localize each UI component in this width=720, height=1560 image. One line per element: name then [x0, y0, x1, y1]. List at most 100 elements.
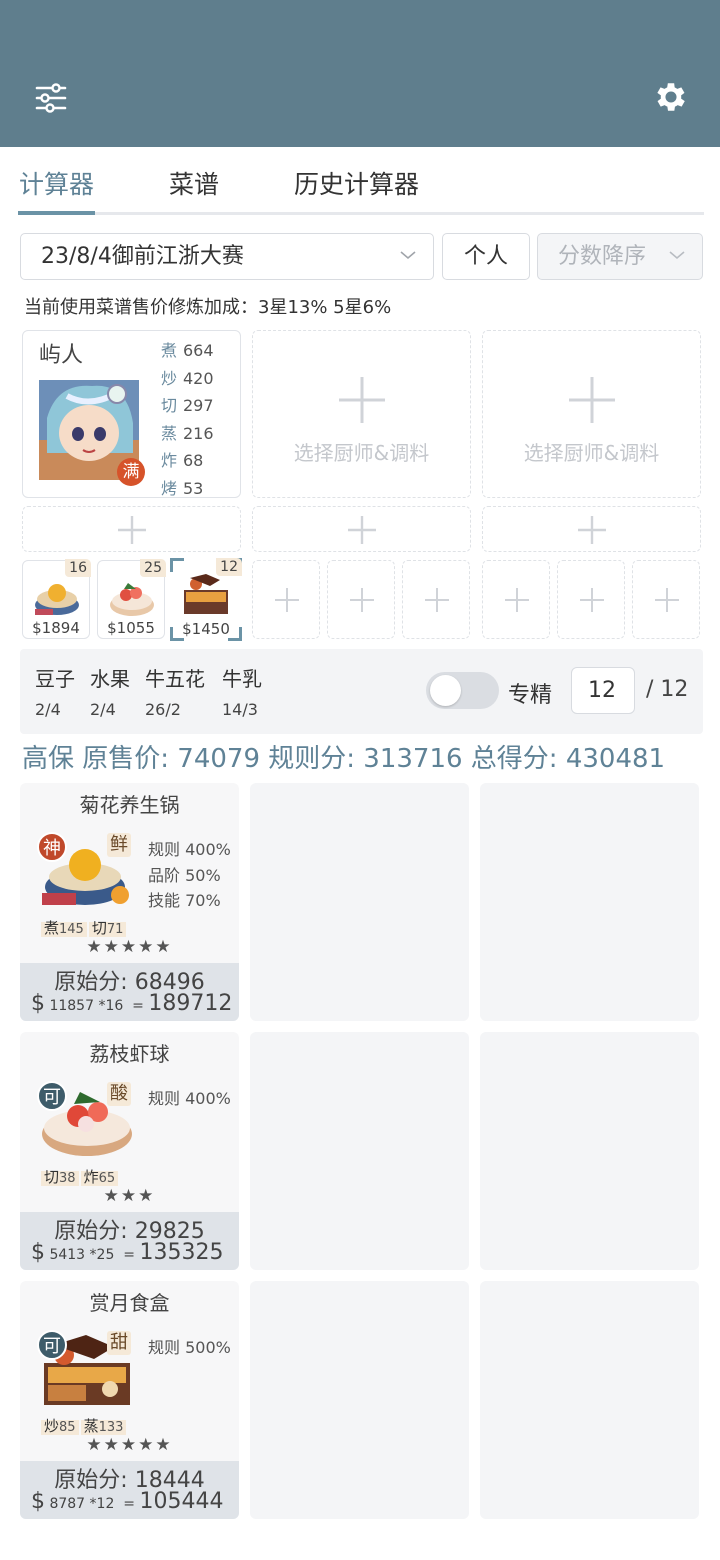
material-item: 牛五花 26/2: [145, 663, 205, 719]
score-summary: 高保 原售价: 74079 规则分: 313716 总得分: 430481: [22, 744, 666, 774]
equipment-slot[interactable]: [22, 506, 241, 552]
flavor-badge: 酸: [107, 1082, 131, 1106]
stat-value: 664: [183, 341, 214, 360]
recipe-thumb[interactable]: 25 $1055: [97, 559, 166, 639]
empty-dish-slot[interactable]: [480, 1281, 699, 1519]
dish-skills: 煮145 切71: [41, 917, 128, 938]
material-count: 2/4: [35, 700, 61, 719]
equipment-slot[interactable]: [482, 506, 701, 552]
active-tab-indicator: [18, 211, 95, 215]
multiplier: *25: [89, 1247, 115, 1263]
stat-label: 炸: [161, 451, 178, 470]
empty-dish-slot[interactable]: [250, 783, 469, 1021]
chevron-down-icon: [669, 251, 685, 260]
material-count: 2/4: [90, 700, 116, 719]
skill-label: 炒: [44, 1417, 60, 1435]
star-rating: ★★★★★: [86, 1435, 173, 1455]
empty-recipe-slot[interactable]: [557, 560, 625, 639]
dish-card[interactable]: 荔枝虾球 可 酸 规则 400% 切38 炸65 ★★★ 原始分: 29825 $…: [20, 1032, 239, 1270]
recipe-thumb[interactable]: 16 $1894: [22, 559, 91, 639]
plus-icon: [350, 588, 374, 612]
price-calc: $ 8787 *12 = 105444: [31, 1489, 224, 1514]
material-name: 豆子: [35, 667, 75, 691]
stat-label: 蒸: [161, 423, 178, 443]
stat-value: 53: [183, 478, 204, 498]
empty-recipe-slot[interactable]: [402, 560, 470, 639]
empty-recipe-slot[interactable]: [252, 560, 320, 639]
equipment-slot[interactable]: [252, 506, 471, 552]
price-calc: $ 11857 *16 = 189712: [31, 991, 233, 1016]
empty-recipe-slot[interactable]: [327, 560, 395, 639]
stat-value: 216: [183, 423, 214, 443]
tab-recipes[interactable]: 菜谱: [169, 165, 219, 201]
contest-select[interactable]: 23/8/4御前江浙大赛: [20, 233, 434, 280]
skill-label: 切: [44, 1168, 60, 1186]
unit-price: 5413: [49, 1247, 86, 1263]
material-item: 豆子 2/4: [35, 663, 75, 719]
specialize-toggle[interactable]: [426, 672, 499, 709]
chef-card[interactable]: 屿人 满 煮 664 炒 420 切 297 蒸 216 炸 68 烤 53: [22, 330, 241, 498]
dish-card[interactable]: 赏月食盒 可 甜 规则 500% 炒85 蒸133 ★★★★★ 原始分: 1844…: [20, 1281, 239, 1519]
empty-recipe-slot[interactable]: [482, 560, 550, 639]
empty-recipe-slot[interactable]: [632, 560, 700, 639]
specialize-label: 专精: [508, 683, 553, 708]
plus-icon: [580, 588, 604, 612]
material-count: 26/2: [145, 700, 181, 719]
dish-rules: 规则 500%: [148, 1335, 231, 1361]
tab-calculator[interactable]: 计算器: [19, 165, 94, 201]
recipe-count: 12: [216, 558, 242, 576]
stat-label: 煮: [161, 341, 178, 360]
selection-corner: [170, 558, 184, 572]
dish-score-panel: 原始分: 29825 $ 5413 *25 = 135325: [20, 1212, 239, 1270]
material-name: 水果: [90, 667, 130, 691]
main-tabs: 计算器 菜谱 历史计算器: [0, 147, 720, 217]
mode-button-label: 个人: [463, 244, 508, 269]
recipe-image: [35, 584, 79, 615]
recipe-count: 16: [65, 559, 91, 577]
chef-avatar: 满: [37, 378, 145, 486]
empty-dish-slot[interactable]: [480, 1032, 699, 1270]
plus-icon: [348, 516, 376, 544]
recipe-price: $1894: [32, 619, 80, 637]
bonus-notice: 当前使用菜谱售价修炼加成：3星13% 5星6%: [24, 297, 392, 318]
dish-card[interactable]: 菊花养生锅 神 鲜 规则 400% 品阶 50% 技能 70% 煮145 切71 …: [20, 783, 239, 1021]
stat-label: 炒: [161, 368, 178, 388]
rule-line: 规则 400%: [148, 840, 231, 859]
skill-label: 蒸: [83, 1417, 99, 1435]
plus-icon: [118, 516, 146, 544]
skill-value: 71: [106, 922, 124, 937]
skill-label: 煮: [44, 919, 60, 937]
material-item: 水果 2/4: [90, 663, 130, 719]
rule-line: 技能 70%: [148, 891, 221, 910]
unit-price: 11857: [49, 998, 94, 1014]
empty-dish-slot[interactable]: [480, 783, 699, 1021]
plus-icon: [339, 377, 385, 423]
dish-score-panel: 原始分: 68496 $ 11857 *16 = 189712: [20, 963, 239, 1021]
stat-label: 切: [161, 396, 178, 415]
dish-title: 菊花养生锅: [79, 793, 180, 817]
skill-value: 145: [59, 922, 84, 937]
dollar-icon: $: [31, 1240, 45, 1265]
recipe-thumb-selected[interactable]: 12 $1450: [170, 558, 242, 641]
dish-rules: 规则 400%: [148, 1086, 231, 1112]
settings-gear-icon[interactable]: [652, 78, 690, 116]
rule-line: 品阶 50%: [148, 865, 221, 885]
dish-skills: 切38 炸65: [41, 1166, 120, 1187]
empty-chef-slot[interactable]: 选择厨师&调料: [252, 330, 471, 498]
skill-label: 切: [91, 919, 107, 937]
stat-value: 420: [183, 368, 214, 388]
dish-skills: 炒85 蒸133: [41, 1415, 128, 1436]
filter-menu-icon[interactable]: [34, 82, 68, 114]
empty-dish-slot[interactable]: [250, 1032, 469, 1270]
empty-dish-slot[interactable]: [250, 1281, 469, 1519]
app-header: [0, 0, 720, 147]
specialize-input[interactable]: 12: [571, 667, 635, 714]
dish-title: 荔枝虾球: [89, 1042, 170, 1066]
empty-chef-slot[interactable]: 选择厨师&调料: [482, 330, 701, 498]
sort-select[interactable]: 分数降序: [537, 233, 703, 280]
contest-select-value: 23/8/4御前江浙大赛: [41, 244, 244, 269]
mode-button[interactable]: 个人: [442, 233, 530, 280]
recipe-price: $1055: [107, 619, 155, 637]
tab-history-calculator[interactable]: 历史计算器: [294, 165, 419, 201]
grade-badge: 神: [37, 832, 67, 862]
